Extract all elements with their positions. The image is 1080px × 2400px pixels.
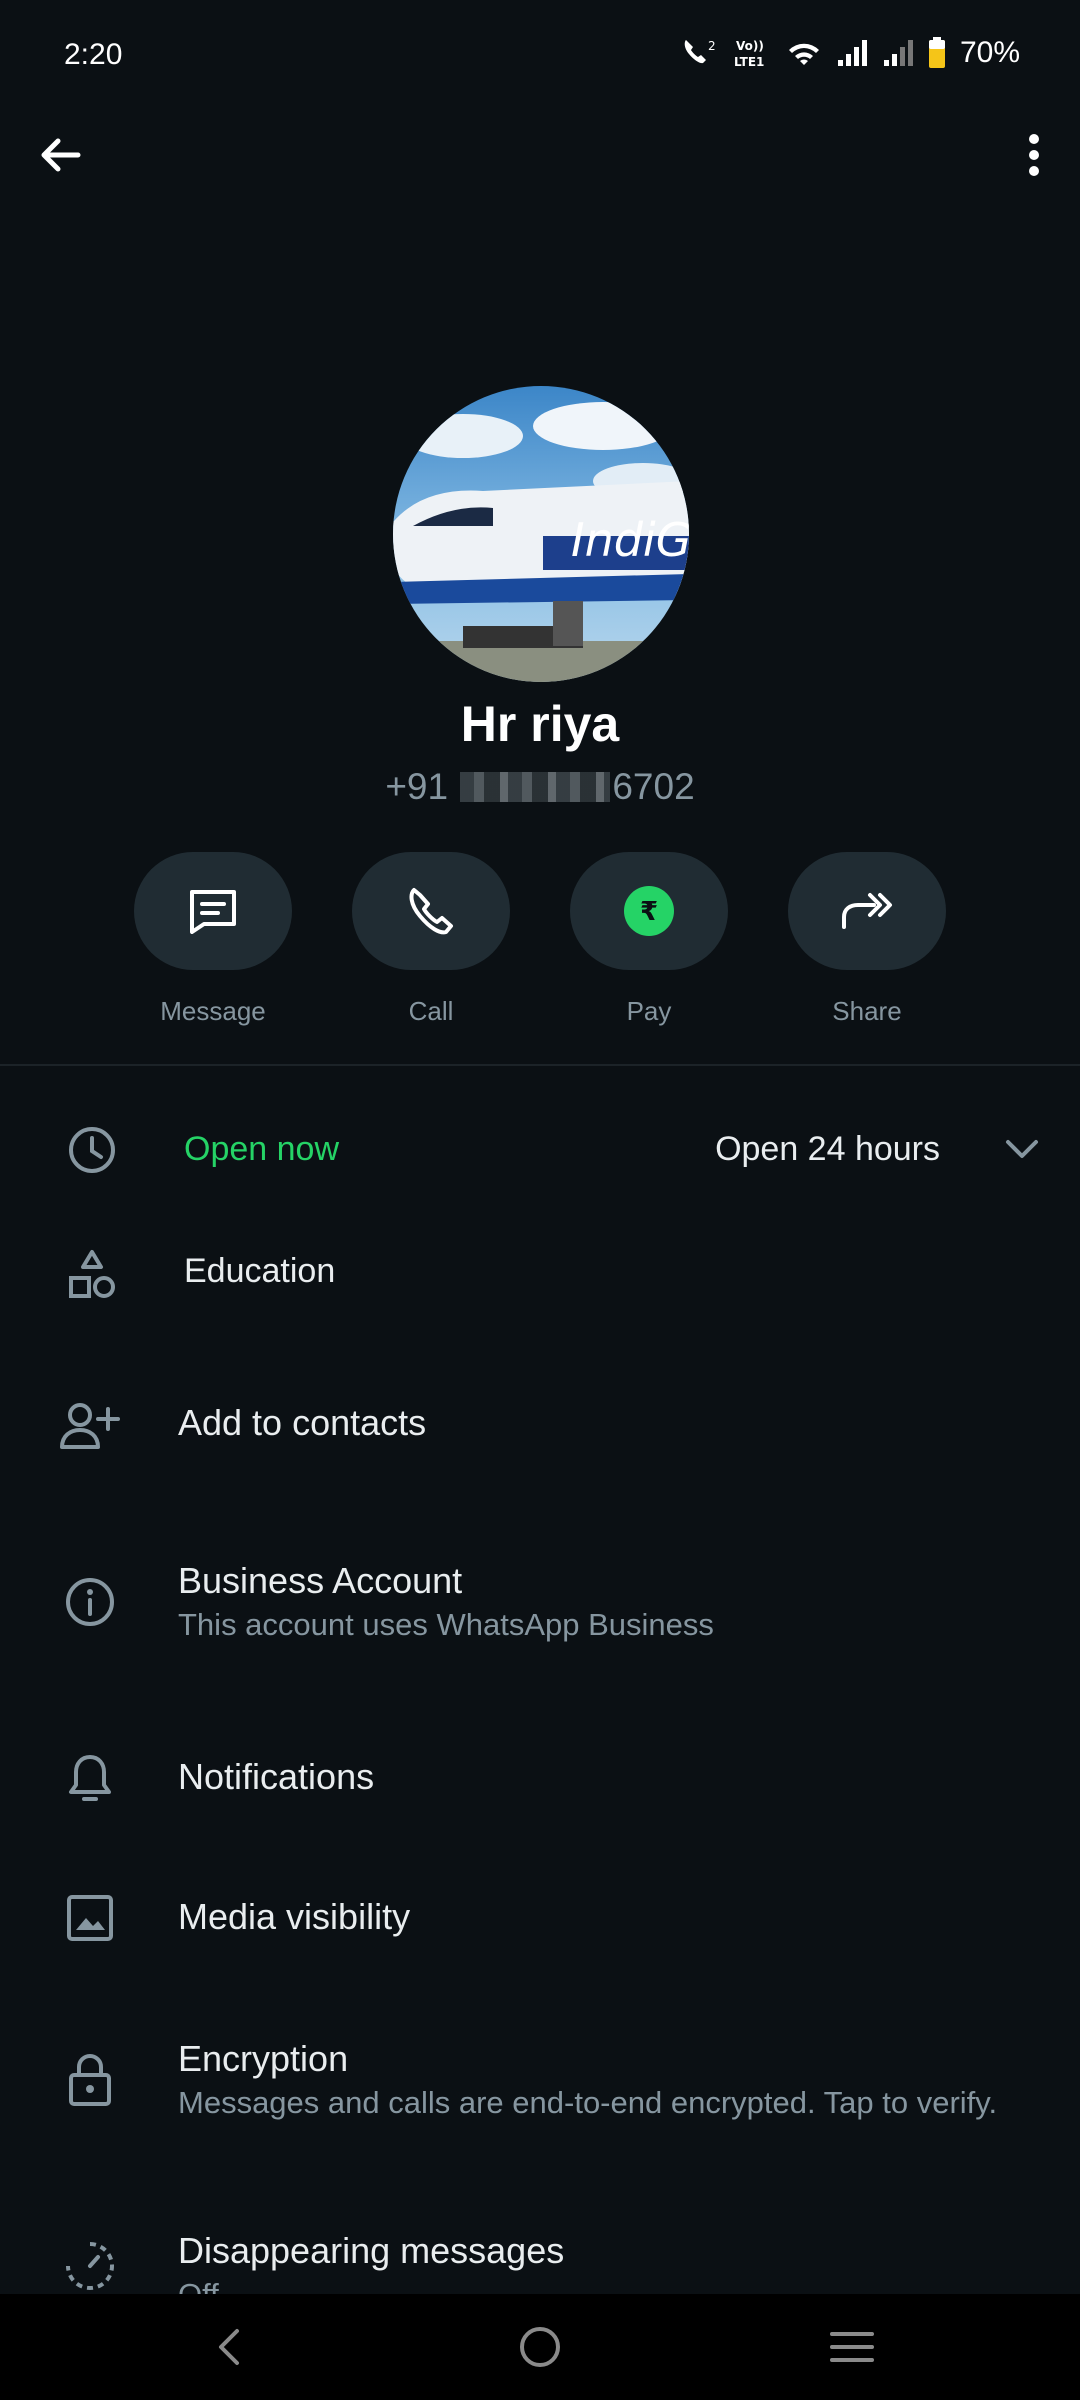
avatar-text: IndiGo [571, 513, 689, 567]
encryption-title: Encryption [178, 2038, 349, 2079]
nav-back-button[interactable] [188, 2312, 268, 2382]
svg-text:LTE1: LTE1 [734, 55, 764, 69]
hours-text: Open 24 hours [715, 1130, 940, 1168]
svg-text:2: 2 [708, 39, 716, 53]
encryption-row[interactable]: Encryption Messages and calls are end-to… [0, 2030, 1080, 2170]
message-label: Message [160, 996, 266, 1026]
business-account-row[interactable]: Business Account This account uses Whats… [0, 1552, 1080, 1662]
timer-icon [58, 2234, 122, 2294]
battery-percent: 70% [959, 36, 1020, 69]
message-button[interactable]: Message [134, 852, 292, 1027]
more-options-button[interactable] [1004, 120, 1064, 190]
arrow-left-icon [41, 138, 81, 172]
share-button[interactable]: Share [788, 852, 946, 1027]
pay-button[interactable]: ₹ Pay [570, 852, 728, 1027]
add-person-icon [58, 1394, 122, 1458]
business-hours-row[interactable]: Open now Open 24 hours [0, 1110, 1080, 1190]
nav-back-icon [219, 2329, 239, 2365]
image-icon [58, 1886, 122, 1950]
add-to-contacts-label: Add to contacts [178, 1402, 427, 1443]
nav-home-button[interactable] [500, 2312, 580, 2382]
category-label: Education [184, 1252, 336, 1290]
lock-icon [58, 2048, 122, 2112]
message-icon [190, 890, 236, 934]
clock-icon [60, 1118, 124, 1182]
add-to-contacts-row[interactable]: Add to contacts [0, 1390, 1080, 1460]
nav-menu-icon [830, 2332, 874, 2362]
phone-redacted [460, 772, 611, 802]
svg-text:₹: ₹ [640, 897, 658, 927]
status-time: 2:20 [64, 38, 123, 71]
avatar[interactable]: IndiGo [393, 386, 689, 682]
call-label: Call [408, 996, 454, 1026]
notifications-row[interactable]: Notifications [0, 1744, 1080, 1814]
open-status: Open now [184, 1130, 339, 1168]
contact-info-screen: 2:20 2 Vo)) LTE1 70% IndiG Hr riya +91 6… [0, 0, 1080, 2400]
wifi-calling-icon: 2 [684, 39, 716, 64]
signal-icon [837, 40, 867, 66]
disappearing-messages-subtitle: Off [178, 2276, 1018, 2294]
chevron-down-icon [1006, 1140, 1038, 1158]
business-account-subtitle: This account uses WhatsApp Business [178, 1607, 714, 1642]
bell-icon [58, 1748, 122, 1812]
status-bar: 2:20 2 Vo)) LTE1 70% [0, 0, 1080, 110]
share-label: Share [832, 996, 902, 1026]
signal-2-icon [883, 40, 913, 66]
contact-name: Hr riya [460, 696, 620, 752]
more-vertical-icon [1029, 134, 1039, 176]
disappearing-messages-title: Disappearing messages [178, 2230, 565, 2271]
notifications-label: Notifications [178, 1756, 375, 1797]
back-button[interactable] [30, 120, 90, 190]
phone-prefix: +91 [385, 766, 449, 807]
share-icon [842, 893, 892, 929]
battery-icon [928, 37, 945, 68]
phone-suffix: 6702 [612, 766, 695, 807]
encryption-subtitle: Messages and calls are end-to-end encryp… [178, 2085, 998, 2120]
rupee-icon: ₹ [624, 886, 674, 936]
system-nav-bar [0, 2294, 1080, 2400]
disappearing-messages-row[interactable]: Disappearing messages Off [0, 2220, 1080, 2294]
business-account-title: Business Account [178, 1560, 463, 1601]
call-button[interactable]: Call [352, 852, 510, 1027]
volte-icon: Vo)) LTE1 [734, 39, 764, 69]
profile-photo: IndiGo [393, 386, 689, 682]
divider [0, 1064, 1080, 1066]
category-row: Education [0, 1236, 1080, 1316]
nav-recents-button[interactable] [812, 2312, 892, 2382]
info-icon [58, 1570, 122, 1634]
svg-text:Vo)): Vo)) [736, 39, 764, 53]
nav-home-icon [520, 2327, 560, 2367]
status-icons: 2 Vo)) LTE1 70% [680, 36, 1020, 70]
phone-icon [409, 888, 453, 935]
category-shapes-icon [60, 1244, 124, 1308]
action-buttons: Message Call ₹ Pay Share [0, 852, 1080, 1032]
media-visibility-label: Media visibility [178, 1896, 411, 1937]
media-visibility-row[interactable]: Media visibility [0, 1884, 1080, 1954]
contact-phone: +91 6702 [0, 766, 1080, 808]
wifi-icon [788, 43, 819, 65]
pay-label: Pay [626, 996, 672, 1026]
